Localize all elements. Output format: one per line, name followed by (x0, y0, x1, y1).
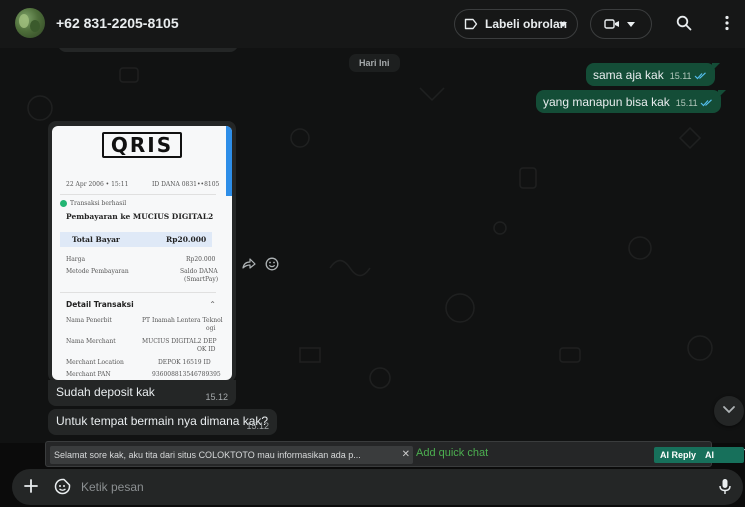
mic-icon[interactable] (719, 478, 731, 495)
location-value: DEPOK 16519 ID (158, 359, 211, 366)
receipt-status: Transaksi berhasil (70, 200, 127, 207)
issuer-value: PT Inamah Lentera Teknol (142, 317, 223, 324)
qris-logo: QRIS (102, 132, 182, 158)
receipt-dana-id: ID DANA 0831••8105 (152, 181, 220, 188)
price-label: Harga (66, 256, 86, 263)
sticker-icon[interactable] (54, 478, 71, 495)
incoming-message[interactable]: Untuk tempat bermain nya dimana kak? 15.… (48, 409, 277, 435)
message-text: Untuk tempat bermain nya dimana kak? (56, 414, 269, 428)
quick-chat-chip[interactable]: Selamat sore kak, aku tita dari situs CO… (50, 446, 413, 464)
method-value-2: (SmartPay) (184, 276, 219, 283)
chevron-up-icon: ⌃ (209, 300, 216, 309)
pan-label: Merchant PAN (66, 371, 111, 378)
receipt-date: 22 Apr 2006 • 15:11 (66, 181, 129, 188)
method-label: Metode Pembayaran (66, 268, 129, 275)
incoming-message[interactable]: Sudah deposit kak 15.12 (48, 380, 236, 406)
outgoing-message[interactable]: yang manapun bisa kak 15.11 (536, 90, 726, 113)
label-chat-button[interactable]: Labeli obrolan (454, 9, 578, 39)
outgoing-message[interactable]: sama aja kak 15.11 (586, 63, 720, 86)
message-text: sama aja kak (593, 68, 664, 82)
receipt-merchant-line: Pembayaran ke MUCIUS DIGITAL2 (66, 212, 214, 221)
pan-value: 936008813546789395 (152, 371, 221, 378)
label-chat-text: Labeli obrolan (485, 17, 568, 31)
issuer-value-2: ogi (206, 325, 216, 332)
detail-title: Detail Transaksi (66, 300, 134, 309)
emoji-icon[interactable] (265, 257, 279, 271)
total-label: Total Bayar (72, 235, 120, 244)
receipt-accent-bar (226, 126, 232, 196)
message-input[interactable] (81, 477, 661, 497)
merchant-value-2: OK ID (197, 346, 216, 353)
plus-icon[interactable] (24, 479, 38, 493)
message-time: 15.11 (675, 98, 698, 108)
price-value: Rp20.000 (186, 256, 216, 263)
previous-message-edge (58, 48, 238, 52)
contact-name[interactable]: +62 831-2205-8105 (56, 15, 179, 31)
total-value: Rp20.000 (166, 235, 207, 244)
message-time: 15.12 (246, 421, 269, 431)
method-value: Saldo DANA (180, 268, 218, 275)
divider (60, 292, 216, 293)
message-composer (12, 469, 743, 505)
label-icon (464, 18, 478, 30)
ai-reply-button[interactable]: AI Reply (654, 447, 703, 463)
merchant-value: MUCIUS DIGITAL2 DEP (142, 338, 217, 345)
chat-header: +62 831-2205-8105 Labeli obrolan (0, 0, 745, 48)
message-time: 15.11 (669, 71, 692, 81)
read-ticks-icon (694, 69, 708, 83)
payment-receipt-image[interactable]: QRIS 22 Apr 2006 • 15:11 ID DANA 0831••8… (52, 126, 232, 380)
message-text: Sudah deposit kak (56, 385, 155, 399)
chevron-down-icon (723, 406, 735, 414)
date-divider: Hari Ini (349, 54, 400, 72)
quick-chat-bar: Selamat sore kak, aku tita dari situs CO… (45, 441, 745, 476)
message-text: yang manapun bisa kak (543, 95, 670, 109)
read-ticks-icon (700, 96, 714, 110)
quick-chat-text: Selamat sore kak, aku tita dari situs CO… (54, 450, 361, 460)
forward-icon[interactable] (242, 258, 256, 270)
image-message[interactable]: QRIS 22 Apr 2006 • 15:11 ID DANA 0831••8… (48, 121, 236, 382)
avatar[interactable] (15, 8, 45, 38)
divider (60, 194, 216, 195)
scroll-to-bottom-button[interactable] (714, 396, 744, 426)
message-list[interactable]: Hari Ini sama aja kak 15.11 yang manapun … (0, 48, 745, 443)
merchant-label: Nama Merchant (66, 338, 116, 345)
video-icon (604, 19, 619, 29)
success-icon (60, 200, 67, 207)
location-label: Merchant Location (66, 359, 124, 366)
menu-icon[interactable] (724, 15, 730, 31)
message-time: 15.12 (205, 392, 228, 402)
issuer-label: Nama Penerbit (66, 317, 112, 324)
chevron-down-icon (559, 22, 567, 27)
add-quick-chat-link[interactable]: Add quick chat (416, 447, 488, 459)
chevron-down-icon (627, 22, 635, 27)
video-call-button[interactable] (590, 9, 652, 39)
close-icon[interactable]: ✕ (402, 446, 410, 464)
ai-rewrite-button[interactable]: AI Rewrite (699, 447, 744, 476)
search-icon[interactable] (676, 15, 692, 31)
